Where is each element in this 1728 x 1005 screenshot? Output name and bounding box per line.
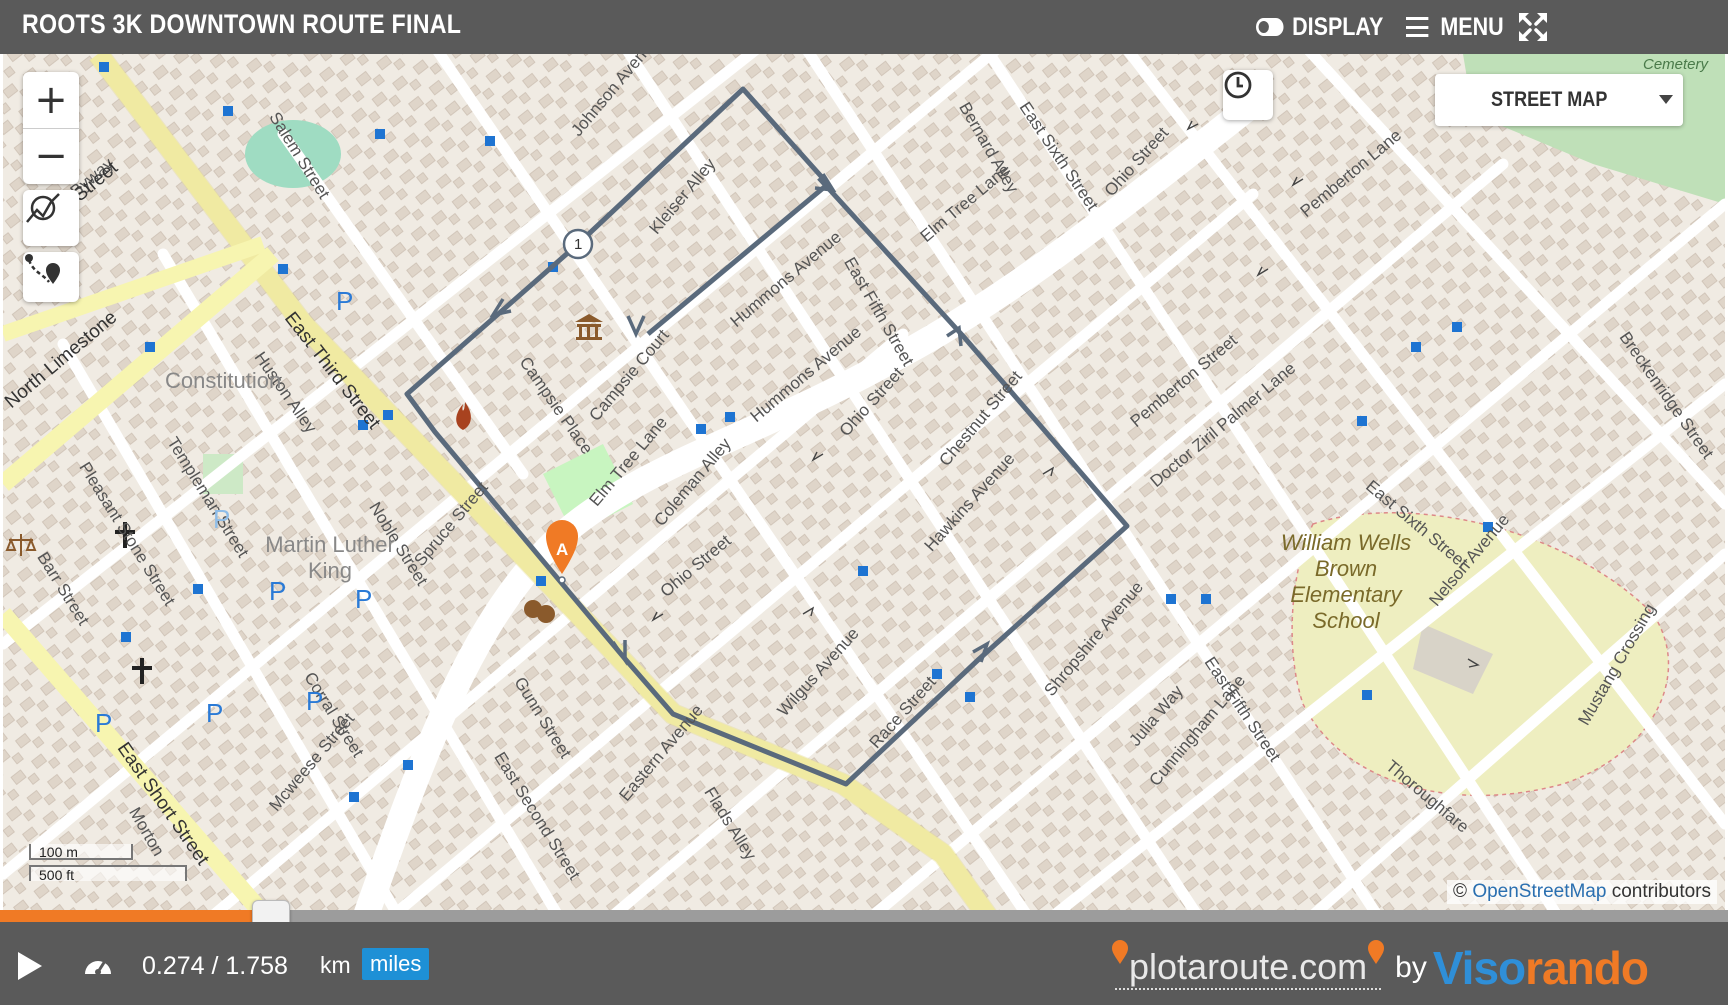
history-button[interactable] — [1223, 70, 1273, 120]
layer-select[interactable]: STREET MAP — [1435, 74, 1683, 126]
route-pin-icon — [25, 254, 60, 284]
scale-imperial: 500 ft — [29, 865, 187, 883]
osm-link[interactable]: OpenStreetMap — [1472, 881, 1606, 902]
toggle-icon — [1256, 18, 1284, 36]
route-viewer: ROOTS 3K DOWNTOWN ROUTE FINAL DISPLAY ME… — [0, 0, 1728, 1005]
play-icon[interactable] — [18, 952, 42, 980]
clock-icon — [1224, 71, 1252, 99]
header-bar: ROOTS 3K DOWNTOWN ROUTE FINAL DISPLAY ME… — [0, 0, 1728, 54]
pin-a-icon — [1112, 940, 1128, 964]
parking-icon: P — [355, 584, 373, 614]
zoom-control: + − — [23, 72, 79, 184]
plotaroute-logo[interactable]: plotaroute.com — [1112, 940, 1385, 990]
display-label: DISPLAY — [1292, 12, 1384, 41]
layer-label: STREET MAP — [1491, 88, 1608, 111]
parking-icon: P — [206, 698, 224, 728]
chevron-down-icon — [1659, 95, 1673, 104]
parking-icon: P — [336, 286, 354, 316]
menu-label: MENU — [1440, 12, 1504, 41]
scale-metric: 100 m — [29, 844, 133, 860]
player-bar: 0.274 / 1.758 km miles plotaroute.com by… — [0, 922, 1728, 1005]
map-canvas[interactable]: Johnson Avenue Kleiser Alley East Third … — [3, 54, 1725, 910]
map-tiles — [3, 54, 1725, 910]
school-label: William Wells Brown Elementary School — [1280, 530, 1412, 633]
unit-miles-option[interactable]: miles — [362, 948, 430, 980]
speedometer-icon[interactable] — [82, 950, 114, 982]
route-title: ROOTS 3K DOWNTOWN ROUTE FINAL — [22, 9, 462, 39]
hamburger-icon — [1406, 17, 1429, 37]
menu-button[interactable]: MENU — [1406, 11, 1504, 43]
area-label: Cemetery — [1643, 56, 1709, 73]
pin-b-icon — [1368, 940, 1385, 964]
display-toggle-button[interactable]: DISPLAY — [1256, 11, 1383, 43]
visorando-logo[interactable]: Visorando — [1433, 941, 1649, 995]
unit-km-option[interactable]: km — [320, 952, 351, 979]
distance-readout: 0.274 / 1.758 — [142, 952, 288, 980]
route-info-button[interactable] — [23, 252, 79, 302]
elevation-button[interactable] — [23, 190, 79, 246]
elevation-profile-icon — [26, 193, 60, 223]
parking-icon: P — [306, 686, 324, 716]
progress-fill — [0, 910, 270, 922]
waypoint-marker[interactable]: 1 — [574, 236, 582, 253]
start-marker[interactable]: A — [556, 540, 568, 560]
map-attribution: © OpenStreetMap contributors — [1447, 880, 1717, 904]
parking-icon: P — [269, 576, 287, 606]
branding: plotaroute.com by Visorando — [1112, 938, 1649, 998]
parking-icon: P — [213, 504, 231, 534]
by-label: by — [1395, 951, 1427, 984]
zoom-out-button[interactable]: − — [23, 127, 79, 185]
zoom-in-button[interactable]: + — [23, 72, 79, 128]
fullscreen-icon[interactable] — [1518, 12, 1548, 42]
parking-icon: P — [95, 708, 113, 738]
neighborhood-label: Constitution — [165, 368, 282, 393]
